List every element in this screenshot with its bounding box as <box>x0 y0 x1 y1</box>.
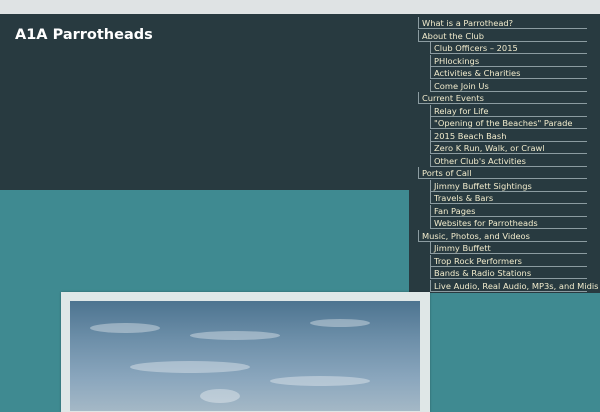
menu-item-fan-pages[interactable]: Fan Pages <box>430 204 587 217</box>
menu-item-activities-charities[interactable]: Activities & Charities <box>430 67 587 79</box>
menu-item-other-club-s-activities[interactable]: Other Club's Activities <box>430 154 587 167</box>
menu-item-come-join-us[interactable]: Come Join Us <box>430 79 587 92</box>
menu-item-jimmy-buffett-sightings[interactable]: Jimmy Buffett Sightings <box>430 179 587 192</box>
menu-item-what-is-a-parrothead[interactable]: What is a Parrothead? <box>418 17 587 29</box>
menu-item-zero-k-run-walk-or-crawl[interactable]: Zero K Run, Walk, or Crawl <box>430 142 587 154</box>
menu-item-about-the-club[interactable]: About the Club <box>418 29 587 42</box>
menu-item-music-photos-and-videos[interactable]: Music, Photos, and Videos <box>418 229 587 242</box>
featured-photo-frame <box>61 292 430 412</box>
menu-item-live-audio-real-audio-mp3s-and-midis[interactable]: Live Audio, Real Audio, MP3s, and Midis <box>430 279 598 292</box>
menu-item-jimmy-buffett[interactable]: Jimmy Buffett <box>430 242 587 254</box>
menu-item-club-officers-2015[interactable]: Club Officers – 2015 <box>430 42 587 54</box>
beach-photo <box>70 301 420 411</box>
menu-item-ports-of-call[interactable]: Ports of Call <box>418 167 587 179</box>
menu-item-phlockings[interactable]: PHlockings <box>430 54 587 67</box>
menu-item-bands-radio-stations[interactable]: Bands & Radio Stations <box>430 267 587 279</box>
menu-item-websites-for-parrotheads[interactable]: Websites for Parrotheads <box>430 217 587 229</box>
menu-item-relay-for-life[interactable]: Relay for Life <box>430 104 587 117</box>
menu-item-travels-bars[interactable]: Travels & Bars <box>430 192 587 204</box>
top-bar <box>0 0 600 14</box>
menu-item-current-events[interactable]: Current Events <box>418 92 587 104</box>
site-title[interactable]: A1A Parrotheads <box>15 27 153 43</box>
menu-item-opening-of-the-beaches-parade[interactable]: "Opening of the Beaches" Parade <box>430 117 587 129</box>
menu-item-trop-rock-performers[interactable]: Trop Rock Performers <box>430 254 587 267</box>
menu-item-2015-beach-bash[interactable]: 2015 Beach Bash <box>430 129 587 142</box>
